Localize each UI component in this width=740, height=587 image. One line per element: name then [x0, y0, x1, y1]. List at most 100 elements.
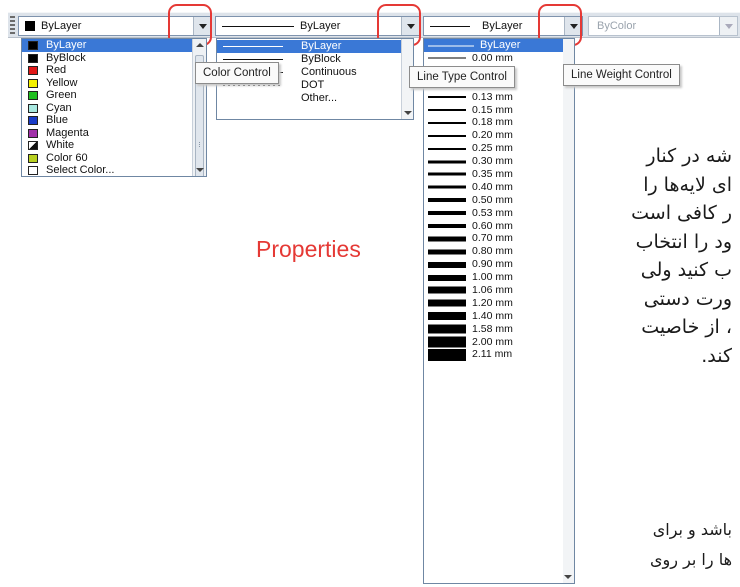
linetype-preview-icon [223, 59, 283, 60]
color-swatch-icon [28, 103, 38, 113]
persian-line: ها را بر روی [650, 550, 732, 569]
lineweight-list-item[interactable]: 0.80 mm [424, 245, 574, 258]
lineweight-list-item[interactable]: 1.58 mm [424, 323, 574, 336]
lineweight-list-item[interactable]: 0.20 mm [424, 129, 574, 142]
color-swatch-icon [28, 166, 38, 175]
linetype-list-item[interactable]: ByLayer [217, 40, 413, 53]
color-swatch-icon [28, 66, 38, 75]
color-list-item[interactable]: Green [22, 89, 206, 102]
scroll-down-icon[interactable] [404, 111, 412, 115]
color-list-label: Green [46, 89, 77, 101]
lineweight-list-item[interactable]: 2.00 mm [424, 336, 574, 349]
scroll-up-icon[interactable] [196, 43, 204, 47]
lineweight-list-label: 0.80 mm [472, 245, 513, 258]
color-list-item[interactable]: ByBlock [22, 52, 206, 65]
lineweight-preview-icon [428, 160, 466, 164]
lineweight-list-item[interactable]: 0.00 mm [424, 52, 574, 65]
lineweight-list-item[interactable]: 0.25 mm [424, 142, 574, 155]
persian-line: ، از خاصیت [641, 316, 732, 338]
lineweight-list-item[interactable]: 1.20 mm [424, 297, 574, 310]
lineweight-list-item[interactable]: 0.18 mm [424, 116, 574, 129]
lineweight-list-item[interactable]: 0.40 mm [424, 181, 574, 194]
lineweight-list-item[interactable]: 0.13 mm [424, 91, 574, 104]
lineweight-list-label: 1.00 mm [472, 271, 513, 284]
lineweight-dropdown-list[interactable]: ByLayer0.00 mm0.05 mm0.09 mm0.13 mm0.15 … [423, 38, 575, 584]
lineweight-preview-icon [428, 224, 466, 229]
color-list-item[interactable]: Magenta [22, 127, 206, 140]
lineweight-list-label: 0.50 mm [472, 193, 513, 206]
color-swatch-icon [28, 91, 38, 100]
color-list-item[interactable]: ByLayer [22, 39, 206, 52]
scroll-down-icon[interactable] [564, 575, 572, 579]
lineweight-preview-icon [428, 312, 466, 321]
lineweight-preview-icon [428, 336, 466, 348]
lineweight-list-item[interactable]: 0.15 mm [424, 104, 574, 117]
lineweight-list-item[interactable]: 1.40 mm [424, 310, 574, 323]
lineweight-combo-value: ByLayer [482, 20, 523, 32]
lineweight-list-label: 0.00 mm [472, 52, 513, 64]
color-list-scrollbar[interactable] [192, 39, 206, 176]
chevron-down-icon [719, 17, 737, 35]
lineweight-list-item[interactable]: 1.06 mm [424, 284, 574, 297]
persian-line: ب کنید ولی [640, 259, 732, 281]
lineweight-list-item[interactable]: 0.70 mm [424, 232, 574, 245]
linetype-control-tooltip: Line Type Control [409, 66, 515, 88]
color-dropdown-list[interactable]: ByLayer ByBlock Red Yellow Green Cyan Blue Mage… [21, 38, 207, 177]
persian-line: ای لایه‌ها را [643, 173, 732, 196]
lineweight-list-label: ByLayer [480, 39, 521, 51]
color-list-label: Blue [46, 114, 69, 126]
toolbar-grip-icon[interactable] [10, 16, 15, 35]
persian-line: کند. [701, 344, 732, 367]
lineweight-preview-icon [428, 286, 466, 294]
lineweight-list-item[interactable]: 0.30 mm [424, 155, 574, 168]
color-swatch-icon [28, 41, 38, 50]
lineweight-preview-icon [428, 249, 466, 255]
lineweight-list-item[interactable]: 0.50 mm [424, 194, 574, 207]
color-list-item[interactable]: White [22, 139, 206, 152]
lineweight-list-label: 0.70 mm [472, 232, 513, 245]
lineweight-list-item[interactable]: 0.53 mm [424, 207, 574, 220]
color-list-item[interactable]: Cyan [22, 102, 206, 115]
lineweight-list-item[interactable]: 1.00 mm [424, 271, 574, 284]
lineweight-preview-icon [428, 57, 466, 59]
lineweight-list-label: 1.06 mm [472, 284, 513, 297]
properties-toolbar: ByLayer ByLayer ByLayer ByColor [8, 12, 740, 38]
color-swatch-icon [28, 53, 38, 63]
lineweight-preview-icon [428, 96, 466, 99]
lineweight-list-item[interactable]: 2.11 mm [424, 348, 574, 361]
linetype-preview-icon [223, 85, 283, 86]
lineweight-preview-icon [428, 198, 466, 203]
lineweight-preview-icon [428, 211, 466, 216]
linetype-list-label: Continuous [301, 66, 357, 78]
color-list-item[interactable]: Yellow [22, 77, 206, 90]
color-list-item[interactable]: Color 60 [22, 152, 206, 165]
lineweight-list-label: 0.30 mm [472, 155, 513, 168]
color-list-item[interactable]: Select Color... [22, 164, 206, 176]
linetype-list-label: ByBlock [301, 53, 341, 65]
lineweight-preview-icon [428, 147, 466, 150]
color-list-label: Color 60 [46, 151, 88, 164]
lineweight-list-item[interactable]: 0.90 mm [424, 258, 574, 271]
color-swatch-icon [28, 141, 38, 150]
color-list-label: ByLayer [46, 39, 87, 51]
linetype-list-label: DOT [301, 79, 325, 91]
color-swatch-icon [28, 78, 38, 88]
lineweight-preview-icon [428, 236, 466, 242]
lineweight-list-label: 0.15 mm [472, 103, 513, 116]
color-list-item[interactable]: Red [22, 64, 206, 77]
linetype-list-item[interactable]: Other... [217, 92, 413, 105]
lineweight-preview-icon [428, 109, 466, 111]
lineweight-preview-icon [428, 185, 466, 189]
color-list-item[interactable]: Blue [22, 114, 206, 127]
lineweight-list-label: 0.90 mm [472, 258, 513, 271]
lineweight-list-scrollbar[interactable] [563, 39, 574, 583]
lineweight-list-item[interactable]: 0.60 mm [424, 220, 574, 233]
lineweight-list-item[interactable]: ByLayer [424, 39, 574, 52]
lineweight-list-label: 1.40 mm [472, 309, 513, 322]
lineweight-list-item[interactable]: 0.35 mm [424, 168, 574, 181]
plotstyle-control-combo: ByColor [588, 16, 738, 36]
lineweight-preview-icon [428, 324, 466, 334]
lineweight-preview-icon [428, 45, 474, 46]
persian-paragraph: شه در کنار ای لایه‌ها را ر کافی است ود ر… [584, 142, 732, 370]
scroll-down-icon[interactable] [196, 168, 204, 172]
